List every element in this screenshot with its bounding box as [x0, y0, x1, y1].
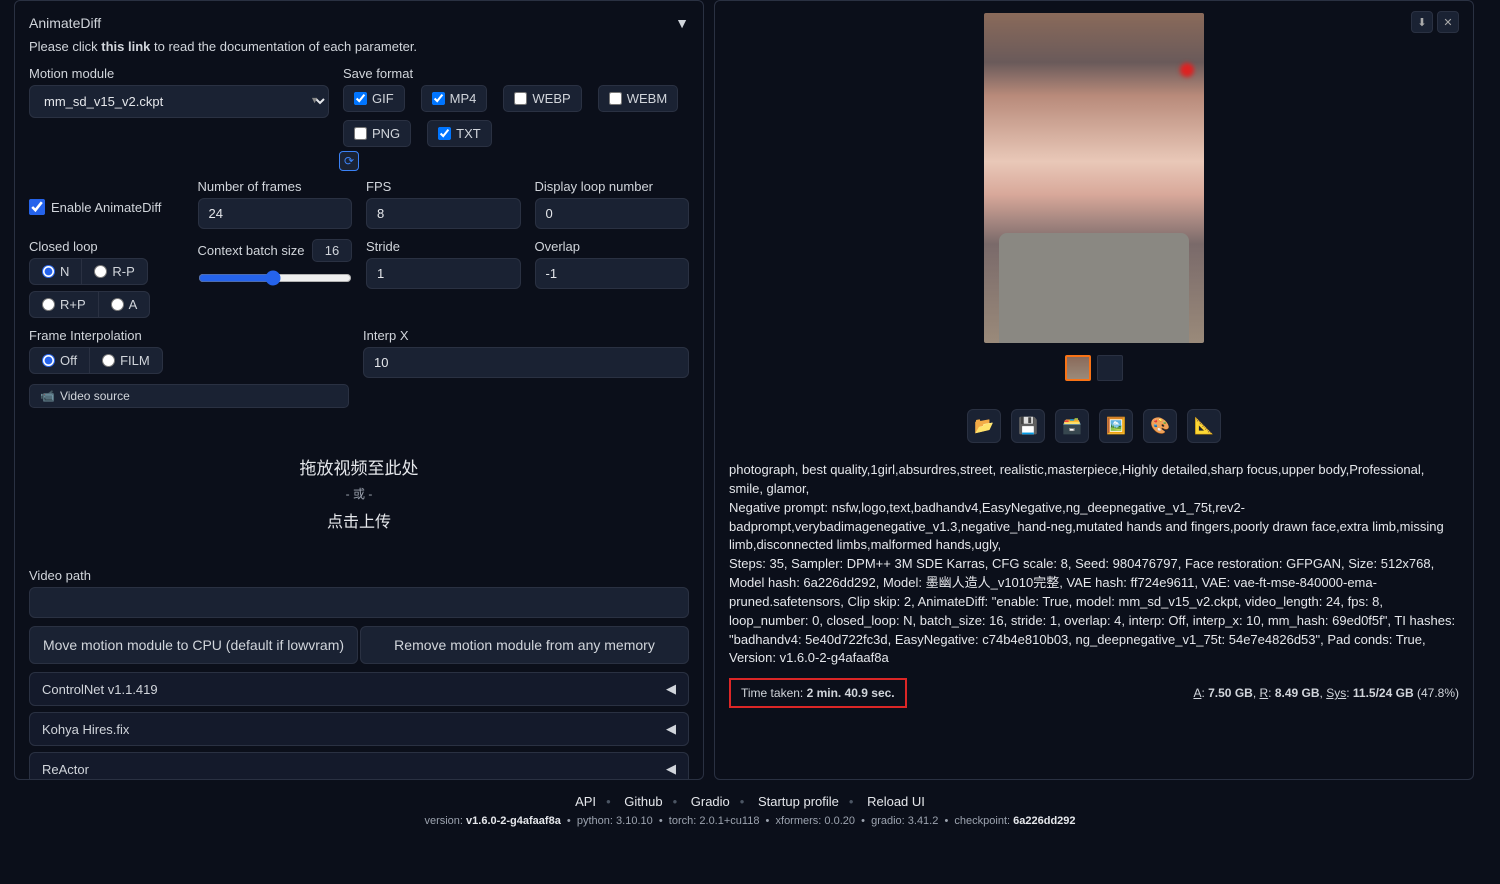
doc-link-text: Please click this link to read the docum… [29, 39, 689, 54]
overlap-input[interactable] [535, 258, 690, 289]
api-link[interactable]: API [575, 794, 596, 809]
frames-input[interactable] [198, 198, 353, 229]
frames-label: Number of frames [198, 179, 353, 194]
thumbnail-1[interactable] [1065, 355, 1091, 381]
save-format-label: Save format [343, 66, 689, 81]
closed-loop-label: Closed loop [29, 239, 184, 254]
loop-label: Display loop number [535, 179, 690, 194]
expand-icon: ◀ [666, 681, 676, 697]
thumbnail-2[interactable] [1097, 355, 1123, 381]
batch-label: Context batch size [198, 243, 305, 258]
image-icon[interactable]: 🖼️ [1099, 409, 1133, 443]
panel-title: AnimateDiff [29, 15, 101, 31]
generation-meta: Steps: 35, Sampler: DPM++ 3M SDE Karras,… [729, 555, 1459, 668]
video-drop-zone[interactable]: 拖放视频至此处 - 或 - 点击上传 [29, 418, 689, 568]
video-path-input[interactable] [29, 587, 689, 618]
zip-icon[interactable]: 🗃️ [1055, 409, 1089, 443]
remove-module-button[interactable]: Remove motion module from any memory [360, 626, 689, 664]
fps-label: FPS [366, 179, 521, 194]
closed-loop-group-2: R+P A [29, 291, 150, 318]
drop-text-click: 点击上传 [29, 508, 689, 532]
batch-value: 16 [312, 239, 352, 262]
closed-n[interactable]: N [30, 259, 82, 284]
save-webm[interactable]: WEBM [598, 85, 678, 112]
save-webp[interactable]: WEBP [503, 85, 581, 112]
close-icon[interactable]: ✕ [1437, 11, 1459, 33]
interpx-input[interactable] [363, 347, 689, 378]
memory-stats: A: 7.50 GB, R: 8.49 GB, Sys: 11.5/24 GB … [1193, 686, 1459, 700]
collapse-icon[interactable]: ▼ [675, 15, 689, 31]
fps-input[interactable] [366, 198, 521, 229]
animatediff-header[interactable]: AnimateDiff ▼ [29, 11, 689, 39]
save-png[interactable]: PNG [343, 120, 411, 147]
folder-icon[interactable]: 📂 [967, 409, 1001, 443]
expand-icon: ◀ [666, 761, 676, 777]
enable-animatediff-checkbox[interactable] [29, 199, 45, 215]
save-icon[interactable]: 💾 [1011, 409, 1045, 443]
closed-rpp[interactable]: R+P [30, 292, 99, 317]
video-source-button[interactable]: 📹 Video source [29, 384, 349, 408]
interp-off[interactable]: Off [30, 348, 90, 373]
closed-a[interactable]: A [99, 292, 150, 317]
doc-link[interactable]: this link [101, 39, 150, 54]
output-image[interactable] [984, 13, 1204, 343]
interp-group: Off FILM [29, 347, 163, 374]
gradio-link[interactable]: Gradio [691, 794, 730, 809]
controlnet-accordion[interactable]: ControlNet v1.1.419◀ [29, 672, 689, 706]
prompt-text: photograph, best quality,1girl,absurdres… [729, 461, 1459, 499]
expand-icon: ◀ [666, 721, 676, 737]
video-path-label: Video path [29, 568, 689, 583]
save-mp4[interactable]: MP4 [421, 85, 488, 112]
stride-label: Stride [366, 239, 521, 254]
reactor-accordion[interactable]: ReActor◀ [29, 752, 689, 780]
interp-label: Frame Interpolation [29, 328, 349, 343]
closed-loop-group: N R-P [29, 258, 148, 285]
enable-label: Enable AnimateDiff [51, 200, 161, 215]
ruler-icon[interactable]: 📐 [1187, 409, 1221, 443]
time-taken: Time taken: 2 min. 40.9 sec. [729, 678, 907, 708]
closed-rp[interactable]: R-P [82, 259, 146, 284]
stride-input[interactable] [366, 258, 521, 289]
drop-text-main: 拖放视频至此处 [29, 454, 689, 479]
save-gif[interactable]: GIF [343, 85, 405, 112]
save-txt[interactable]: TXT [427, 120, 492, 147]
move-to-cpu-button[interactable]: Move motion module to CPU (default if lo… [29, 626, 358, 664]
negative-prompt-text: Negative prompt: nsfw,logo,text,badhandv… [729, 499, 1459, 556]
version-info: version: v1.6.0-2-g4afaaf8a • python: 3.… [0, 815, 1500, 827]
motion-module-select[interactable]: mm_sd_v15_v2.ckpt [29, 85, 329, 118]
reload-link[interactable]: Reload UI [867, 794, 925, 809]
kohya-accordion[interactable]: Kohya Hires.fix◀ [29, 712, 689, 746]
startup-link[interactable]: Startup profile [758, 794, 839, 809]
refresh-icon[interactable]: ⟳ [339, 151, 359, 171]
github-link[interactable]: Github [624, 794, 662, 809]
interpx-label: Interp X [363, 328, 689, 343]
loop-input[interactable] [535, 198, 690, 229]
interp-film[interactable]: FILM [90, 348, 162, 373]
overlap-label: Overlap [535, 239, 690, 254]
palette-icon[interactable]: 🎨 [1143, 409, 1177, 443]
drop-text-or: - 或 - [29, 485, 689, 502]
motion-module-label: Motion module [29, 66, 329, 81]
download-icon[interactable]: ⬇ [1411, 11, 1433, 33]
batch-slider[interactable] [198, 270, 353, 286]
